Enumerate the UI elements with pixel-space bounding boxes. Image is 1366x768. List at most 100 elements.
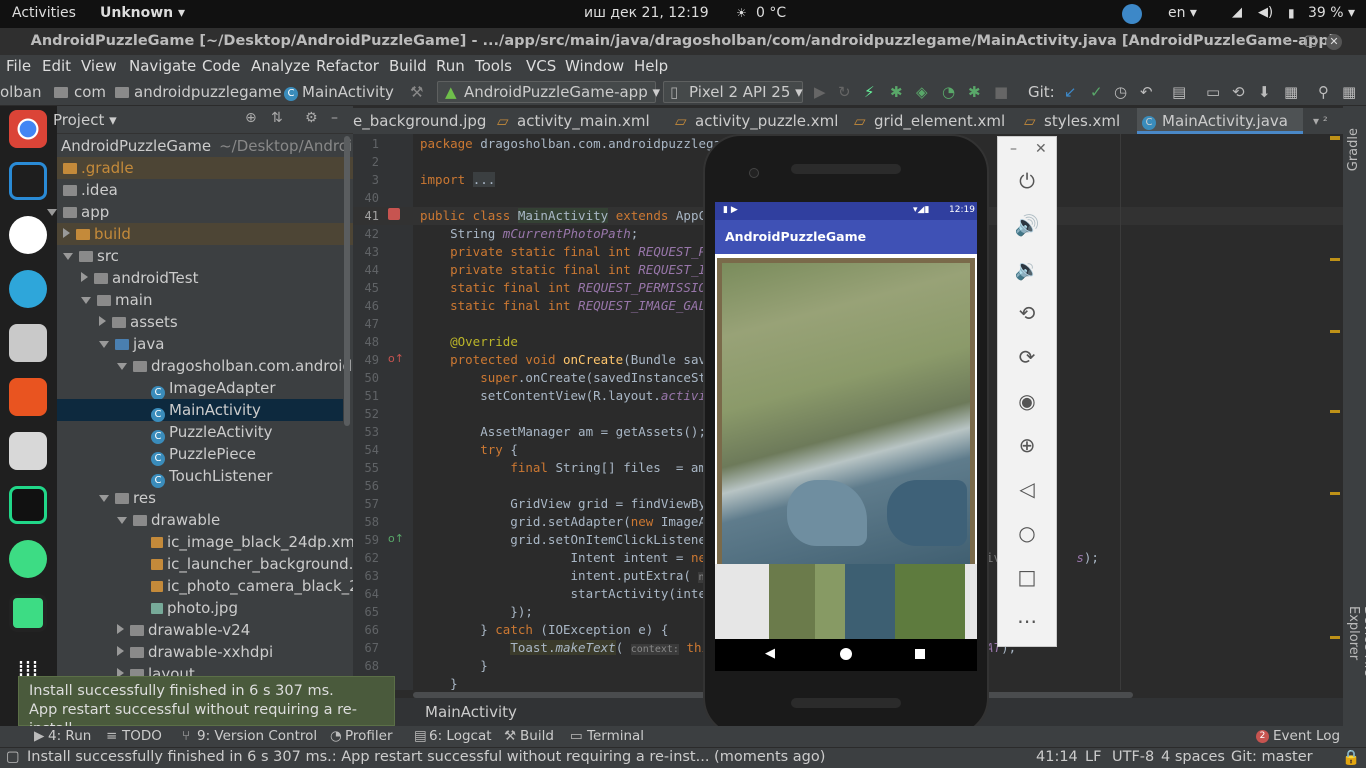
search-icon[interactable]: ⚲ <box>1318 83 1329 101</box>
locate-icon[interactable]: ⊕ <box>245 110 257 126</box>
tree-item-puzzlepiece[interactable]: C PuzzlePiece <box>151 443 256 466</box>
tab-styles[interactable]: styles.xml <box>1044 112 1120 130</box>
language-menu[interactable]: en ▾ <box>1168 5 1197 21</box>
tree-item-drawable-xxhdpi[interactable]: drawable-xxhdpi <box>117 641 273 663</box>
history-icon[interactable]: ◷ <box>1114 83 1127 101</box>
menu-edit[interactable]: Edit <box>42 57 71 75</box>
run-icon[interactable]: ▶ <box>814 83 826 101</box>
zoom-icon[interactable]: ⊕ <box>1014 432 1040 458</box>
menu-vcs[interactable]: VCS <box>526 57 556 75</box>
profile-icon[interactable]: ◔ <box>942 83 955 101</box>
tree-item-photo[interactable]: photo.jpg <box>151 597 238 619</box>
lock-icon[interactable]: 🔒 <box>1342 749 1360 766</box>
tree-item-idea[interactable]: .idea <box>63 179 118 201</box>
emulator-screen[interactable]: ▮ ▶ ▾◢▮ 12:19 AndroidPuzzleGame <box>715 202 977 639</box>
tree-item-drawable[interactable]: drawable <box>117 509 220 531</box>
tab-mainactivity[interactable]: MainActivity.java <box>1162 112 1288 130</box>
project-view-select[interactable]: Project ▾ <box>53 111 117 129</box>
hide-icon[interactable]: – <box>331 110 338 126</box>
emulator-minimize-icon[interactable]: – <box>1010 141 1017 157</box>
version-control-tool[interactable]: 9: Version Control <box>197 728 317 744</box>
tree-item-ic-image[interactable]: ic_image_black_24dp.xml <box>151 531 353 553</box>
git-update-icon[interactable]: ↙ <box>1064 83 1077 101</box>
tree-item-mainactivity[interactable]: C MainActivity <box>57 399 343 422</box>
event-log-tool[interactable]: Event Log <box>1273 728 1340 744</box>
layout-inspector-icon[interactable]: ▦ <box>1284 83 1298 101</box>
tree-item-puzzleactivity[interactable]: C PuzzleActivity <box>151 421 273 444</box>
volume-down-icon[interactable]: 🔉 <box>1014 256 1040 282</box>
clock[interactable]: иш дек 21, 12:19 <box>584 5 709 21</box>
git-commit-icon[interactable]: ✓ <box>1090 83 1103 101</box>
emulator-icon[interactable] <box>9 594 47 632</box>
warning-stripe[interactable] <box>1330 258 1340 261</box>
breadcrumb-root[interactable]: olban <box>0 83 42 101</box>
home-icon[interactable] <box>840 648 852 660</box>
menu-file[interactable]: File <box>6 57 31 75</box>
tree-item-build[interactable]: build <box>57 223 353 245</box>
puzzle-piece[interactable] <box>845 564 895 639</box>
breadcrumb-class[interactable]: MainActivity <box>302 83 394 101</box>
apply-code-icon[interactable]: ⚡ <box>864 83 875 101</box>
build-tool[interactable]: Build <box>520 728 554 744</box>
collapse-icon[interactable]: ⇅ <box>271 110 283 126</box>
files-icon[interactable] <box>9 324 47 362</box>
tree-item-gradle[interactable]: .gradle <box>57 157 353 179</box>
menu-tools[interactable]: Tools <box>475 57 512 75</box>
hammer-icon[interactable]: ⚒ <box>410 83 423 101</box>
puzzle-piece[interactable] <box>895 564 965 639</box>
power-icon[interactable]: ⏻ <box>1014 168 1040 194</box>
warning-stripe[interactable] <box>1330 330 1340 333</box>
editor-breadcrumb[interactable]: MainActivity <box>425 703 517 721</box>
device-file-explorer-tool[interactable]: Device File Explorer <box>1346 606 1366 730</box>
gradle-tool[interactable]: Gradle <box>1346 128 1361 171</box>
rotate-right-icon[interactable]: ⟳ <box>1014 344 1040 370</box>
menu-window[interactable]: Window <box>565 57 624 75</box>
file-encoding[interactable]: UTF-8 <box>1112 749 1154 765</box>
tab-activity-main[interactable]: activity_main.xml <box>517 112 650 130</box>
debug-icon[interactable]: ✱ <box>890 83 903 101</box>
volume-up-icon[interactable]: 🔊 <box>1014 212 1040 238</box>
tree-item-androidtest[interactable]: androidTest <box>81 267 198 289</box>
implement-gutter-icon[interactable]: o↑ <box>388 532 404 545</box>
android-studio-icon[interactable] <box>9 540 47 578</box>
screenshot-icon[interactable]: ◉ <box>1014 388 1040 414</box>
tree-item-main[interactable]: main <box>81 289 152 311</box>
tree-item-package[interactable]: dragosholban.com.androidpu <box>117 355 353 377</box>
attach-debugger-icon[interactable]: ✱ <box>968 83 981 101</box>
profiler-tool[interactable]: Profiler <box>345 728 393 744</box>
pycharm-icon[interactable] <box>9 486 47 524</box>
line-separator[interactable]: LF <box>1085 749 1101 765</box>
battery-text[interactable]: 39 % ▾ <box>1308 5 1355 21</box>
class-gutter-icon[interactable] <box>388 208 400 220</box>
extended-controls-icon[interactable]: ⋯ <box>1014 608 1040 634</box>
tree-item-imageadapter[interactable]: C ImageAdapter <box>151 377 276 400</box>
close-icon[interactable]: ✕ <box>1326 34 1342 50</box>
settings-icon[interactable] <box>9 432 47 470</box>
warning-stripe[interactable] <box>1330 492 1340 495</box>
sdk-manager-icon[interactable]: ⬇ <box>1258 83 1271 101</box>
warning-stripe[interactable] <box>1330 136 1340 140</box>
sync-icon[interactable]: ⟲ <box>1232 83 1245 101</box>
override-gutter-icon[interactable]: o↑ <box>388 352 404 365</box>
status-message[interactable]: Install successfully finished in 6 s 307… <box>27 749 825 765</box>
menu-refactor[interactable]: Refactor <box>316 57 379 75</box>
tree-item-app[interactable]: app <box>47 201 109 223</box>
minimize-icon[interactable]: – <box>1282 28 1289 55</box>
warning-stripe[interactable] <box>1330 636 1340 639</box>
status-toggle-icon[interactable]: ▢ <box>6 749 20 765</box>
menu-code[interactable]: Code <box>202 57 240 75</box>
tree-item-res[interactable]: res <box>99 487 156 509</box>
tree-item-assets[interactable]: assets <box>99 311 178 333</box>
install-notification[interactable]: Install successfully finished in 6 s 307… <box>18 676 395 737</box>
weather-text[interactable]: 0 °C <box>756 5 786 21</box>
avd-manager-icon[interactable]: ▭ <box>1206 83 1220 101</box>
stop-icon[interactable]: ■ <box>994 83 1008 101</box>
emulator-close-icon[interactable]: ✕ <box>1035 141 1047 157</box>
tree-item-java[interactable]: java <box>99 333 164 355</box>
vscode-icon[interactable] <box>9 162 47 200</box>
chrome-icon[interactable] <box>9 110 47 148</box>
emulator-home-icon[interactable]: ○ <box>1014 520 1040 546</box>
menu-view[interactable]: View <box>81 57 117 75</box>
slack-icon[interactable] <box>9 216 47 254</box>
git-branch[interactable]: Git: master <box>1231 749 1313 765</box>
